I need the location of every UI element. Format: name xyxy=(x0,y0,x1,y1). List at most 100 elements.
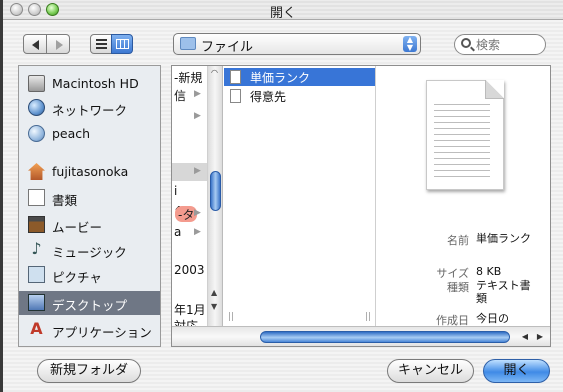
list-item-label: -新規 xyxy=(174,71,203,85)
new-folder-button[interactable]: 新規フォルダ xyxy=(37,359,141,383)
list-item-tagged[interactable]: -タ ▶ xyxy=(172,205,207,223)
folder-icon xyxy=(180,37,196,50)
sidebar-item-label: ムービー xyxy=(52,220,103,235)
sidebar-item-peach[interactable]: peach xyxy=(19,122,160,146)
sidebar-item-network[interactable]: ネットワーク xyxy=(19,96,160,120)
scroll-left-arrow-icon[interactable]: ◀ xyxy=(518,330,532,343)
preview-text-lines xyxy=(434,101,490,181)
document-preview-icon xyxy=(426,80,504,190)
back-button[interactable] xyxy=(23,34,47,54)
scroll-thumb[interactable] xyxy=(210,171,221,211)
list-item-label: i xyxy=(174,184,178,198)
file-item-label: 単価ランク xyxy=(250,71,311,85)
file-item-tokuisaki[interactable]: 得意先 xyxy=(224,87,375,105)
sidebar-item-label: ピクチャ xyxy=(52,270,102,285)
scroll-right-arrow-icon[interactable]: ▶ xyxy=(533,330,547,343)
scroll-top-cap-icon: ◠ xyxy=(211,68,218,77)
browser-column-1[interactable]: -新規 信▶ ▶ ▶ i ^ -タ▶ a▶ 2003 年1月 対応 xyxy=(172,66,208,326)
home-icon xyxy=(28,163,45,180)
list-view-button[interactable] xyxy=(90,34,112,54)
preview-kind-key: 種類 xyxy=(447,281,469,294)
location-popup[interactable]: ファイル ▲ ▼ xyxy=(173,33,421,55)
column-1-scrollbar[interactable]: ◠ ▲ ▼ xyxy=(208,66,223,326)
forward-button[interactable] xyxy=(46,34,70,54)
list-item-label: 対応 xyxy=(174,319,199,326)
list-item[interactable]: 信 ▶ xyxy=(172,86,207,104)
server-icon xyxy=(28,125,45,142)
network-globe-icon xyxy=(28,99,45,116)
sidebar-item-label: fujitasonoka xyxy=(52,164,129,179)
preview-size-value: 8 KB xyxy=(476,265,502,278)
column-view-icon xyxy=(116,39,129,49)
popup-arrows-icon: ▲ ▼ xyxy=(403,36,417,52)
sidebar-item-label: ネットワーク xyxy=(52,103,128,118)
cancel-button[interactable]: キャンセル xyxy=(387,359,474,383)
hard-drive-icon xyxy=(28,75,45,92)
search-icon xyxy=(461,38,471,48)
search-field[interactable] xyxy=(454,34,546,55)
preview-pane: 名前 単価ランク サイズ 8 KB 種類 テキスト書類 作成日 今日の xyxy=(377,66,550,327)
list-item[interactable]: ▶ xyxy=(172,163,207,181)
title-bar[interactable]: 開く xyxy=(3,0,563,21)
disclosure-arrow-icon: ▶ xyxy=(194,111,201,121)
text-document-icon xyxy=(230,70,241,84)
window-title: 開く xyxy=(269,6,296,21)
desktop-icon xyxy=(28,294,45,311)
documents-icon xyxy=(28,189,45,206)
sidebar-item-label: Macintosh HD xyxy=(52,76,139,91)
sidebar-item-home[interactable]: fujitasonoka xyxy=(19,160,160,184)
location-label: ファイル xyxy=(201,40,254,55)
list-item[interactable]: -新規 xyxy=(172,68,207,86)
sidebar-item-music[interactable]: ♪ ミュージック xyxy=(19,238,160,262)
open-dialog-window: 開く ファイル ▲▼ Macintosh HD ネットワーク peach xyxy=(0,0,563,392)
column-resize-handle-icon[interactable]: || xyxy=(228,312,234,322)
column-resize-handle-icon[interactable]: || xyxy=(365,312,371,322)
file-browser: -新規 信▶ ▶ ▶ i ^ -タ▶ a▶ 2003 年1月 対応 ◠ ▲ ▼ … xyxy=(171,65,551,347)
list-item[interactable]: ▶ xyxy=(172,108,207,126)
preview-name-key: 名前 xyxy=(447,234,469,247)
disclosure-arrow-icon: ▶ xyxy=(194,208,201,218)
back-arrow-icon xyxy=(32,40,39,50)
column-view-button[interactable] xyxy=(111,34,133,54)
sidebar-item-label: アプリケーション xyxy=(52,325,152,340)
sidebar-item-desktop[interactable]: デスクトップ xyxy=(19,291,160,315)
preview-name-value: 単価ランク xyxy=(476,232,531,245)
sidebar-item-label: 書類 xyxy=(52,193,78,208)
list-item[interactable]: a ▶ xyxy=(172,224,207,242)
scroll-down-arrow-icon[interactable]: ▼ xyxy=(211,302,217,311)
sidebar-item-applications[interactable]: A アプリケーション xyxy=(19,318,160,342)
list-item[interactable]: 2003 xyxy=(172,262,207,280)
search-input[interactable] xyxy=(476,36,542,53)
list-view-icon xyxy=(96,39,107,49)
sidebar-item-macintosh-hd[interactable]: Macintosh HD xyxy=(19,72,160,96)
file-item-tanka-rank[interactable]: 単価ランク xyxy=(224,68,375,86)
list-item-label: 2003 xyxy=(174,263,205,277)
sidebar-item-documents[interactable]: 書類 xyxy=(19,186,160,210)
music-icon: ♪ xyxy=(31,239,42,258)
preview-created-value: 今日の xyxy=(476,312,509,325)
sidebar-item-label: peach xyxy=(52,126,91,141)
list-item-label: a xyxy=(174,225,182,239)
text-document-icon xyxy=(230,89,241,103)
sidebar-item-movies[interactable]: ムービー xyxy=(19,213,160,237)
disclosure-arrow-icon: ▶ xyxy=(194,227,201,237)
preview-kind-value: テキスト書類 xyxy=(476,279,531,305)
disclosure-arrow-icon: ▶ xyxy=(194,89,201,99)
sidebar-item-label: デスクトップ xyxy=(52,298,128,313)
movies-icon xyxy=(28,216,45,233)
scroll-up-arrow-icon[interactable]: ▲ xyxy=(211,288,217,297)
sidebar-item-pictures[interactable]: ピクチャ xyxy=(19,263,160,287)
pictures-icon xyxy=(28,266,45,283)
sidebar-item-label: ミュージック xyxy=(52,245,127,260)
sidebar: Macintosh HD ネットワーク peach fujitasonoka 書… xyxy=(18,65,161,347)
list-item-label: 信 xyxy=(174,89,187,103)
horizontal-scroll-thumb[interactable] xyxy=(260,331,510,343)
file-item-label: 得意先 xyxy=(250,90,287,104)
open-button[interactable]: 開く xyxy=(483,359,550,383)
applications-icon: A xyxy=(30,319,43,338)
list-item[interactable]: 対応 xyxy=(172,316,207,326)
browser-column-2[interactable]: 単価ランク 得意先 || || xyxy=(224,66,376,326)
forward-arrow-icon xyxy=(56,40,63,50)
horizontal-scrollbar[interactable]: ◀ ▶ xyxy=(172,326,550,346)
list-item[interactable]: i xyxy=(172,183,207,201)
